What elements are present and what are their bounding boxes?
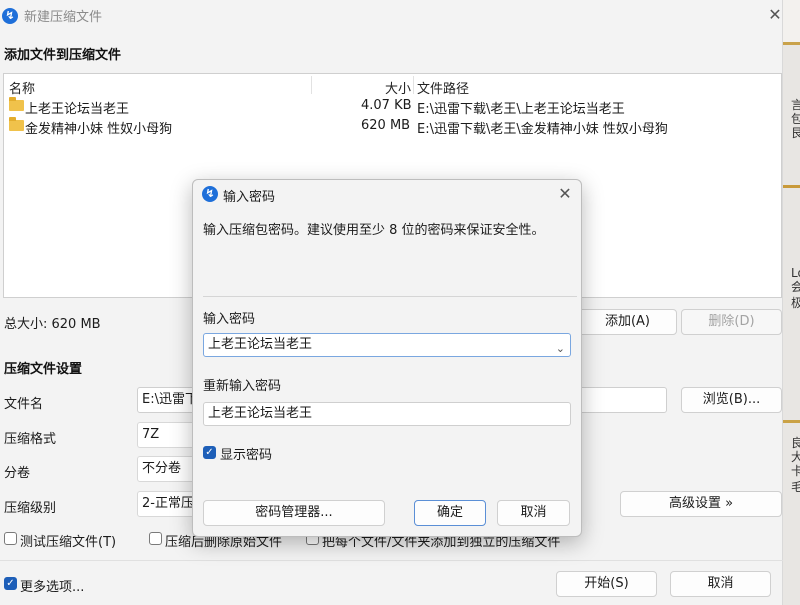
ok-button[interactable]: 确定 bbox=[414, 500, 486, 526]
row-name: 金发精神小妹 性奴小母狗 bbox=[25, 122, 173, 137]
column-divider[interactable] bbox=[413, 76, 414, 94]
reenter-password-label: 重新输入密码 bbox=[203, 379, 282, 394]
level-label: 压缩级别 bbox=[4, 501, 57, 516]
dialog-description: 输入压缩包密码。建议使用至少 8 位的密码来保证安全性。 bbox=[203, 223, 545, 238]
title-bar: ↯ 新建压缩文件 ✕ bbox=[0, 0, 783, 32]
advanced-settings-button[interactable]: 高级设置 » bbox=[620, 491, 782, 517]
background-text-7: 良 bbox=[791, 436, 800, 450]
show-password-label[interactable]: 显示密码 bbox=[220, 444, 272, 463]
bandizip-app-icon: ↯ bbox=[2, 8, 18, 24]
format-label: 压缩格式 bbox=[4, 432, 57, 447]
cancel-button[interactable]: 取消 bbox=[670, 571, 771, 597]
password-manager-button[interactable]: 密码管理器... bbox=[203, 500, 385, 526]
password-label: 输入密码 bbox=[203, 312, 256, 327]
column-header-path[interactable]: 文件路径 bbox=[417, 78, 469, 97]
delete-after-checkbox[interactable] bbox=[149, 532, 162, 545]
add-files-heading: 添加文件到压缩文件 bbox=[4, 48, 122, 63]
total-size: 总大小: 620 MB bbox=[4, 317, 101, 332]
test-archive-label[interactable]: 测试压缩文件(T) bbox=[20, 531, 116, 550]
background-text-1: 言 bbox=[791, 98, 800, 112]
level-select[interactable]: 2-正常压 bbox=[137, 491, 197, 517]
folder-icon bbox=[9, 117, 24, 131]
table-row[interactable]: 上老王论坛当老王 4.07 KB E:\迅雷下载\老王\上老王论坛当老王 bbox=[4, 96, 781, 117]
more-options-label[interactable]: 更多选项... bbox=[20, 576, 84, 595]
column-divider[interactable] bbox=[311, 76, 312, 94]
footer-divider bbox=[0, 560, 783, 561]
background-app-strip: 言 包 艮 Lo 会 极 良 大 卡 毛 bbox=[783, 0, 800, 605]
bandizip-app-icon: ↯ bbox=[202, 186, 218, 202]
background-text-5: 会 bbox=[791, 280, 800, 294]
browse-button[interactable]: 浏览(B)... bbox=[681, 387, 782, 413]
add-button[interactable]: 添加(A) bbox=[578, 309, 677, 335]
test-archive-checkbox[interactable] bbox=[4, 532, 17, 545]
dialog-title: 输入密码 bbox=[223, 190, 276, 205]
row-size: 4.07 KB bbox=[361, 98, 412, 113]
volume-label: 分卷 bbox=[4, 466, 31, 481]
background-text-2: 包 bbox=[791, 112, 800, 126]
table-row[interactable]: 金发精神小妹 性奴小母狗 620 MB E:\迅雷下载\老王\金发精神小妹 性奴… bbox=[4, 116, 781, 137]
archive-settings-heading: 压缩文件设置 bbox=[4, 362, 83, 377]
background-text-4: Lo bbox=[791, 266, 800, 280]
background-text-6: 极 bbox=[791, 296, 800, 310]
background-text-8: 大 bbox=[791, 450, 800, 464]
row-path: E:\迅雷下载\老王\上老王论坛当老王 bbox=[417, 102, 625, 117]
start-button[interactable]: 开始(S) bbox=[556, 571, 657, 597]
row-size: 620 MB bbox=[361, 118, 411, 133]
dialog-divider bbox=[203, 296, 577, 297]
show-password-checkbox[interactable]: ✓ bbox=[203, 446, 216, 459]
more-options-checkbox[interactable]: ✓ bbox=[4, 577, 17, 590]
password-value: 上老王论坛当老王 bbox=[208, 337, 313, 352]
filename-label: 文件名 bbox=[4, 397, 44, 412]
dialog-cancel-button[interactable]: 取消 bbox=[497, 500, 570, 526]
dialog-close-icon[interactable]: ✕ bbox=[554, 183, 576, 205]
chevron-down-icon[interactable]: ⌄ bbox=[556, 338, 565, 356]
column-header-name[interactable]: 名称 bbox=[9, 78, 35, 97]
background-text-10: 毛 bbox=[791, 480, 800, 494]
format-select[interactable]: 7Z bbox=[137, 422, 197, 448]
background-text-3: 艮 bbox=[791, 126, 800, 140]
password-dialog: ↯ 输入密码 ✕ 输入压缩包密码。建议使用至少 8 位的密码来保证安全性。 输入… bbox=[192, 179, 582, 537]
password-input[interactable]: 上老王论坛当老王 ⌄ bbox=[203, 333, 571, 357]
column-header-size[interactable]: 大小 bbox=[385, 78, 411, 97]
background-text-9: 卡 bbox=[791, 464, 800, 478]
window-title: 新建压缩文件 bbox=[24, 10, 103, 25]
volume-select[interactable]: 不分卷 bbox=[137, 456, 197, 482]
close-icon[interactable]: ✕ bbox=[764, 4, 786, 26]
row-path: E:\迅雷下载\老王\金发精神小妹 性奴小母狗 bbox=[417, 122, 668, 137]
folder-icon bbox=[9, 97, 24, 111]
row-name: 上老王论坛当老王 bbox=[25, 102, 130, 117]
reenter-password-input[interactable]: 上老王论坛当老王 bbox=[203, 402, 571, 426]
delete-button[interactable]: 删除(D) bbox=[681, 309, 782, 335]
